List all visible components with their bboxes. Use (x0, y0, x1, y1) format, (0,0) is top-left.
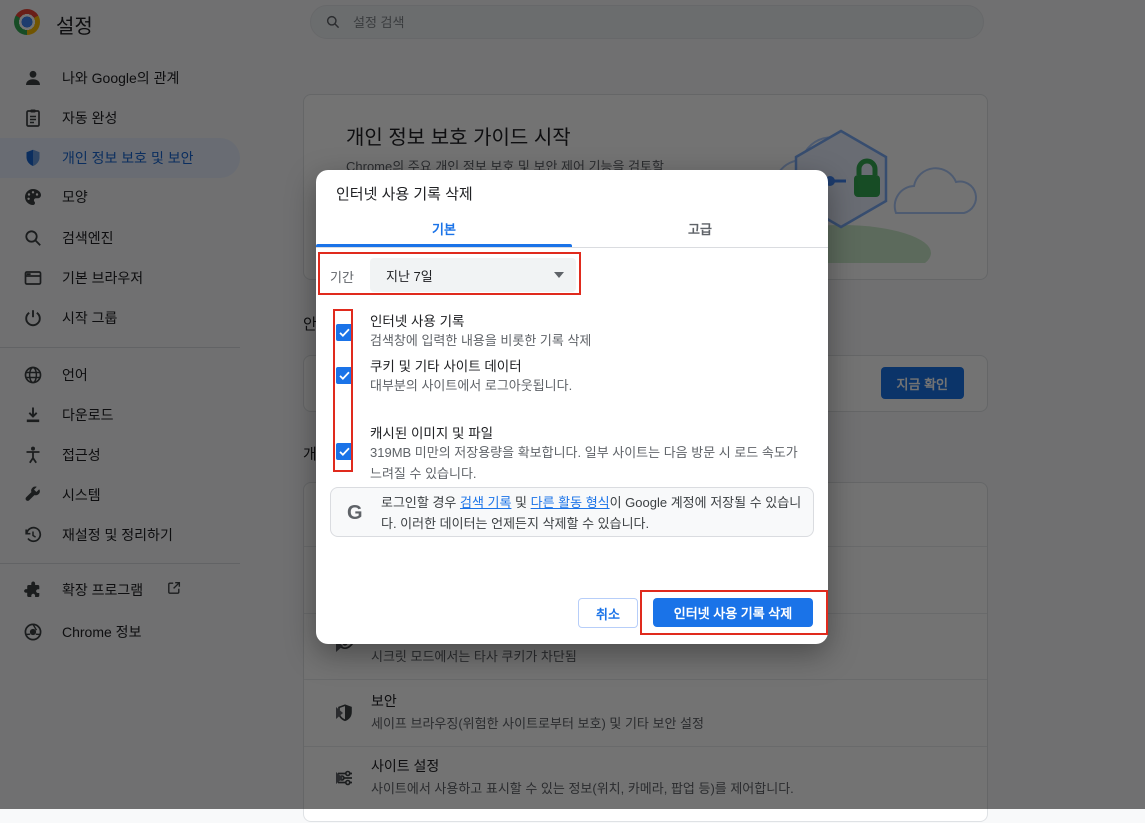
dialog-divider (316, 247, 828, 248)
time-range-label: 기간 (330, 267, 354, 286)
checkbox-subtitle: 대부분의 사이트에서 로그아웃됩니다. (370, 375, 812, 396)
other-activity-link[interactable]: 다른 활동 형식 (531, 495, 610, 510)
browsing-history-checkbox[interactable] (336, 324, 353, 341)
time-range-select[interactable]: 지난 7일 (370, 258, 576, 292)
checkbox-title: 쿠키 및 기타 사이트 데이터 (370, 355, 522, 375)
checkbox-title: 인터넷 사용 기록 (370, 310, 464, 330)
checkbox-title: 캐시된 이미지 및 파일 (370, 422, 493, 442)
search-history-link[interactable]: 검색 기록 (460, 495, 511, 510)
tab-basic[interactable]: 기본 (316, 210, 572, 247)
notice-text: 로그인할 경우 검색 기록 및 다른 활동 형식이 Google 계정에 저장될… (381, 492, 805, 534)
tab-advanced[interactable]: 고급 (572, 210, 828, 247)
google-g-icon: G (347, 502, 363, 525)
cancel-button[interactable]: 취소 (578, 598, 638, 628)
cached-images-checkbox[interactable] (336, 443, 353, 460)
dialog-title: 인터넷 사용 기록 삭제 (336, 183, 473, 204)
dropdown-arrow-icon (554, 272, 564, 278)
checkbox-subtitle: 검색창에 입력한 내용을 비롯한 기록 삭제 (370, 330, 812, 351)
cookies-checkbox[interactable] (336, 367, 353, 384)
clear-browsing-data-dialog: 인터넷 사용 기록 삭제 기본 고급 기간 지난 7일 인터넷 사용 기록 검색… (316, 170, 828, 644)
google-signin-notice: G 로그인할 경우 검색 기록 및 다른 활동 형식이 Google 계정에 저… (330, 487, 814, 537)
time-range-value: 지난 7일 (386, 266, 433, 285)
clear-data-button[interactable]: 인터넷 사용 기록 삭제 (653, 598, 813, 627)
checkbox-subtitle: 319MB 미만의 저장용량을 확보합니다. 일부 사이트는 다음 방문 시 로… (370, 442, 812, 484)
